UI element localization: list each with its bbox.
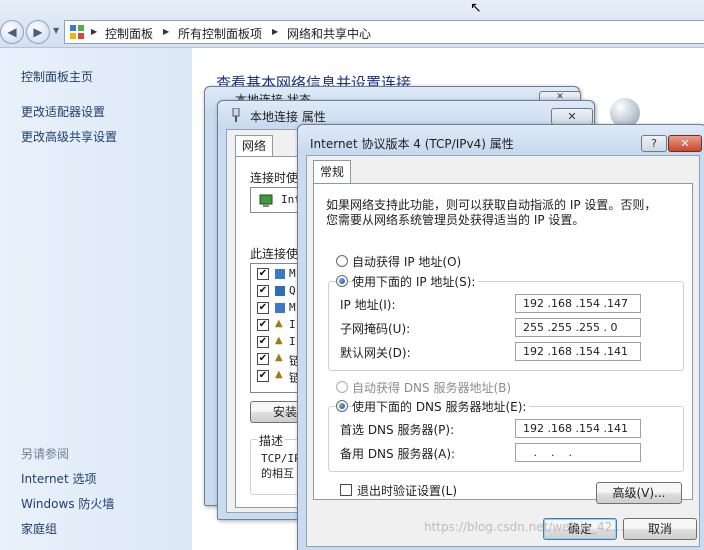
description-line-2: 的相互: [261, 467, 294, 480]
item-checkbox[interactable]: ✔: [257, 285, 269, 297]
watermark: https://blog.csdn.net/weixin_42...: [424, 520, 624, 534]
gateway-label: 默认网关(D):: [340, 346, 411, 360]
sidebar-link-sharing[interactable]: 更改高级共享设置: [21, 128, 117, 145]
auto-dns-radio[interactable]: [336, 381, 348, 393]
protocol-icon: ▲: [275, 318, 283, 329]
ip-address-input[interactable]: 192 .168 .154 .147: [515, 294, 641, 313]
intro-line-2: 您需要从网络系统管理员处获得适当的 IP 设置。: [326, 213, 585, 227]
advanced-button[interactable]: 高级(V)...: [596, 482, 682, 504]
description-label: 描述: [257, 432, 286, 449]
item-label: Q: [289, 284, 296, 297]
subnet-mask-label: 子网掩码(U):: [340, 322, 411, 336]
alternate-dns-input[interactable]: . . .: [515, 443, 641, 462]
item-label: I: [289, 335, 296, 348]
network-plug-icon: [232, 108, 240, 122]
manual-dns-label[interactable]: 使用下面的 DNS 服务器地址(E):: [352, 398, 530, 415]
auto-ip-label[interactable]: 自动获得 IP 地址(O): [352, 253, 461, 270]
items-label: 此连接使: [250, 247, 299, 261]
validate-on-exit-checkbox[interactable]: [340, 484, 352, 496]
item-checkbox[interactable]: ✔: [257, 268, 269, 280]
tab-general[interactable]: 常规: [313, 160, 352, 184]
sidebar-link-homegroup[interactable]: 家庭组: [21, 520, 57, 537]
sidebar-link-firewall[interactable]: Windows 防火墙: [21, 495, 114, 512]
ipv4-face: 常规 如果网络支持此功能，则可以获取自动指派的 IP 设置。否则， 您需要从网络…: [306, 155, 700, 547]
breadcrumb-separator-icon: ▶: [272, 27, 279, 36]
local-props-close-button[interactable]: ✕: [551, 108, 593, 125]
see-also-header: 另请参阅: [21, 447, 70, 461]
address-bar-area: ◀ ▶ ▼ ▶ 控制面板 ▶ 所有控制面板项 ▶ 网络和共享中心: [0, 0, 704, 48]
sidebar-link-adapter[interactable]: 更改适配器设置: [21, 103, 105, 120]
item-checkbox[interactable]: ✔: [257, 336, 269, 348]
connect-using-label: 连接时使: [250, 171, 299, 185]
sidebar: 控制面板主页 更改适配器设置 更改高级共享设置 另请参阅 Internet 选项…: [0, 48, 192, 550]
sidebar-link-internet-options[interactable]: Internet 选项: [21, 470, 96, 487]
local-props-title: 本地连接 属性: [250, 110, 326, 124]
validate-on-exit-label[interactable]: 退出时验证设置(L): [357, 482, 457, 499]
item-label: M: [289, 267, 296, 280]
ipv4-titlebar: Internet 协议版本 4 (TCP/IPv4) 属性 ? ✕: [298, 125, 704, 153]
ip-address-label: IP 地址(I):: [340, 298, 396, 312]
description-line-1: TCP/IP: [261, 452, 301, 465]
item-checkbox[interactable]: ✔: [257, 319, 269, 331]
manual-ip-label[interactable]: 使用下面的 IP 地址(S):: [352, 273, 479, 290]
manual-ip-radio[interactable]: [336, 275, 348, 287]
auto-ip-radio[interactable]: [336, 255, 348, 267]
item-label: M: [289, 301, 296, 314]
client-icon: [275, 269, 285, 279]
control-panel-icon: [70, 25, 84, 39]
breadcrumb-separator-icon: ▶: [163, 27, 170, 36]
ipv4-window-title: Internet 协议版本 4 (TCP/IPv4) 属性: [310, 137, 514, 151]
scheduler-icon: [275, 286, 285, 296]
back-button[interactable]: ◀: [0, 20, 24, 44]
protocol-icon: ▲: [275, 352, 283, 363]
network-adapter-icon: [259, 194, 273, 207]
protocol-icon: ▲: [275, 369, 283, 380]
address-box[interactable]: ▶ 控制面板 ▶ 所有控制面板项 ▶ 网络和共享中心: [64, 20, 704, 44]
ipv4-close-button[interactable]: ✕: [668, 135, 702, 152]
help-button[interactable]: ?: [641, 135, 667, 152]
item-checkbox[interactable]: ✔: [257, 302, 269, 314]
tab-network[interactable]: 网络: [235, 135, 274, 157]
manual-dns-group: [328, 406, 684, 472]
sidebar-link-home[interactable]: 控制面板主页: [21, 68, 93, 85]
ipv4-tab-panel: 如果网络支持此功能，则可以获取自动指派的 IP 设置。否则， 您需要从网络系统管…: [313, 183, 693, 504]
preferred-dns-input[interactable]: 192 .168 .154 .141: [515, 419, 641, 438]
gateway-input[interactable]: 192 .168 .154 .141: [515, 342, 641, 361]
forward-button[interactable]: ▶: [26, 20, 50, 44]
ipv4-properties-window: Internet 协议版本 4 (TCP/IPv4) 属性 ? ✕ 常规 如果网…: [297, 124, 704, 550]
breadcrumb-control-panel[interactable]: 控制面板: [105, 25, 153, 42]
breadcrumb-separator-icon: ▶: [91, 27, 98, 36]
item-checkbox[interactable]: ✔: [257, 370, 269, 382]
alternate-dns-label: 备用 DNS 服务器(A):: [340, 447, 456, 461]
auto-dns-label[interactable]: 自动获得 DNS 服务器地址(B): [352, 379, 511, 396]
item-checkbox[interactable]: ✔: [257, 353, 269, 365]
preferred-dns-label: 首选 DNS 服务器(P):: [340, 423, 455, 437]
cancel-button[interactable]: 取消: [623, 518, 697, 540]
item-label: I: [289, 318, 296, 331]
subnet-mask-input[interactable]: 255 .255 .255 . 0: [515, 318, 641, 337]
breadcrumb-all-items[interactable]: 所有控制面板项: [178, 25, 262, 42]
mouse-cursor-icon: ↖: [470, 0, 482, 16]
history-dropdown-icon[interactable]: ▼: [53, 26, 59, 35]
protocol-icon: ▲: [275, 335, 283, 346]
manual-dns-radio[interactable]: [336, 400, 348, 412]
breadcrumb-network-center[interactable]: 网络和共享中心: [287, 25, 371, 42]
share-icon: [275, 303, 285, 313]
